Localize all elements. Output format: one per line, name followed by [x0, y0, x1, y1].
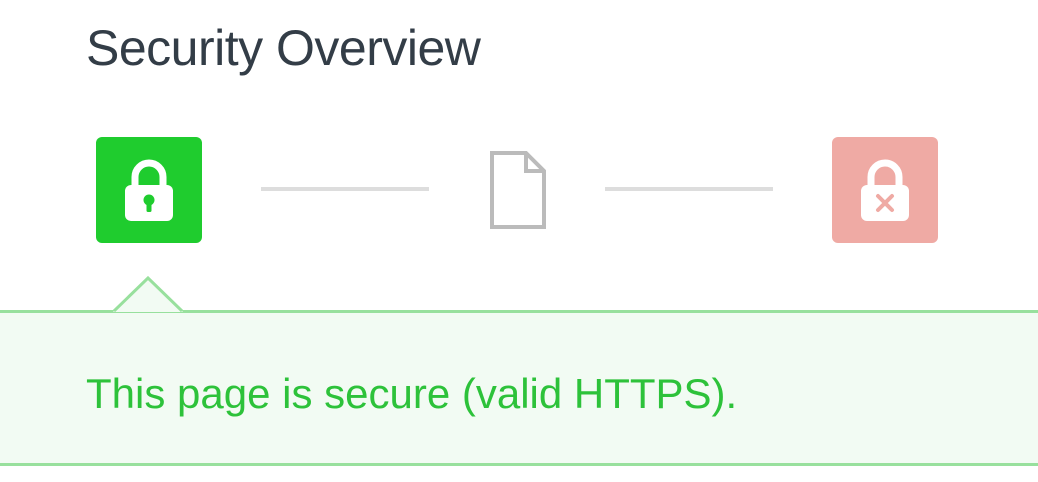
- lock-icon: [125, 159, 173, 221]
- secure-state-button[interactable]: [96, 137, 202, 243]
- connector-line: [605, 187, 773, 191]
- security-overview: Security Overview This page is secure (v…: [0, 0, 1038, 482]
- document-icon[interactable]: [488, 150, 548, 230]
- insecure-state-button[interactable]: [832, 137, 938, 243]
- connector-line: [261, 187, 429, 191]
- panel-pointer: [113, 276, 183, 313]
- page-title: Security Overview: [86, 20, 481, 76]
- lock-error-icon: [861, 159, 909, 221]
- status-message: This page is secure (valid HTTPS).: [86, 370, 738, 417]
- status-panel: This page is secure (valid HTTPS).: [0, 310, 1038, 466]
